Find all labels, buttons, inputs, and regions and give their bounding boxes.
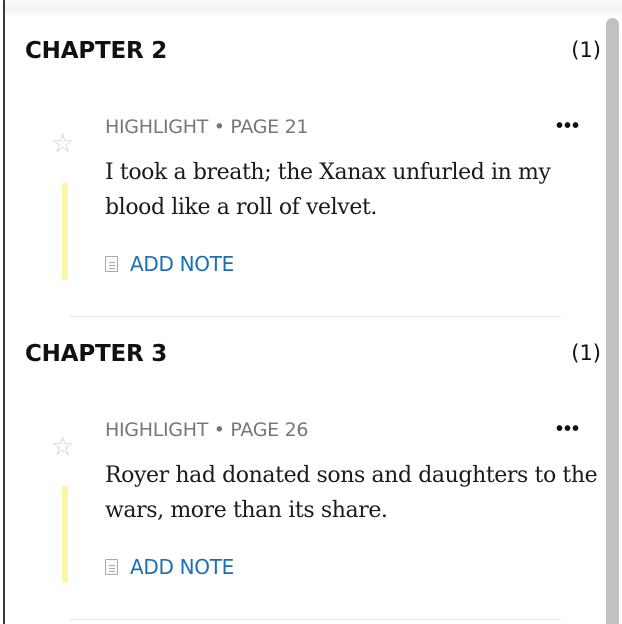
more-options-icon[interactable]: ••• — [556, 116, 580, 136]
star-icon[interactable]: ☆ — [51, 433, 74, 459]
chapter-header[interactable]: CHAPTER 3 (1) — [25, 341, 603, 371]
add-note-button[interactable]: ADD NOTE — [105, 555, 234, 579]
add-note-label: ADD NOTE — [130, 555, 234, 579]
note-icon — [105, 559, 118, 575]
more-options-icon[interactable]: ••• — [556, 419, 580, 439]
chapter-highlight-count: (1) — [571, 341, 601, 365]
chapter-header[interactable]: CHAPTER 2 (1) — [25, 38, 603, 68]
highlight-text: Royer had donated sons and daughters to … — [105, 463, 598, 523]
chapter-highlight-count: (1) — [571, 38, 601, 62]
scrollbar-thumb[interactable] — [606, 18, 619, 624]
highlight-color-bar — [62, 486, 68, 583]
chapter-title: CHAPTER 2 — [25, 38, 168, 64]
highlight-text: I took a breath; the Xanax unfurled in m… — [105, 160, 551, 220]
divider — [69, 316, 561, 317]
highlight-color-bar — [62, 183, 68, 280]
header-shadow — [5, 0, 622, 16]
divider — [69, 619, 561, 620]
add-note-button[interactable]: ADD NOTE — [105, 252, 234, 276]
panel-left-border — [3, 0, 5, 624]
highlight-meta: HIGHLIGHT • PAGE 26 — [105, 419, 309, 441]
chapter-title: CHAPTER 3 — [25, 341, 168, 367]
star-icon[interactable]: ☆ — [51, 130, 74, 156]
note-icon — [105, 256, 118, 272]
highlight-meta: HIGHLIGHT • PAGE 21 — [105, 116, 309, 138]
add-note-label: ADD NOTE — [130, 252, 234, 276]
